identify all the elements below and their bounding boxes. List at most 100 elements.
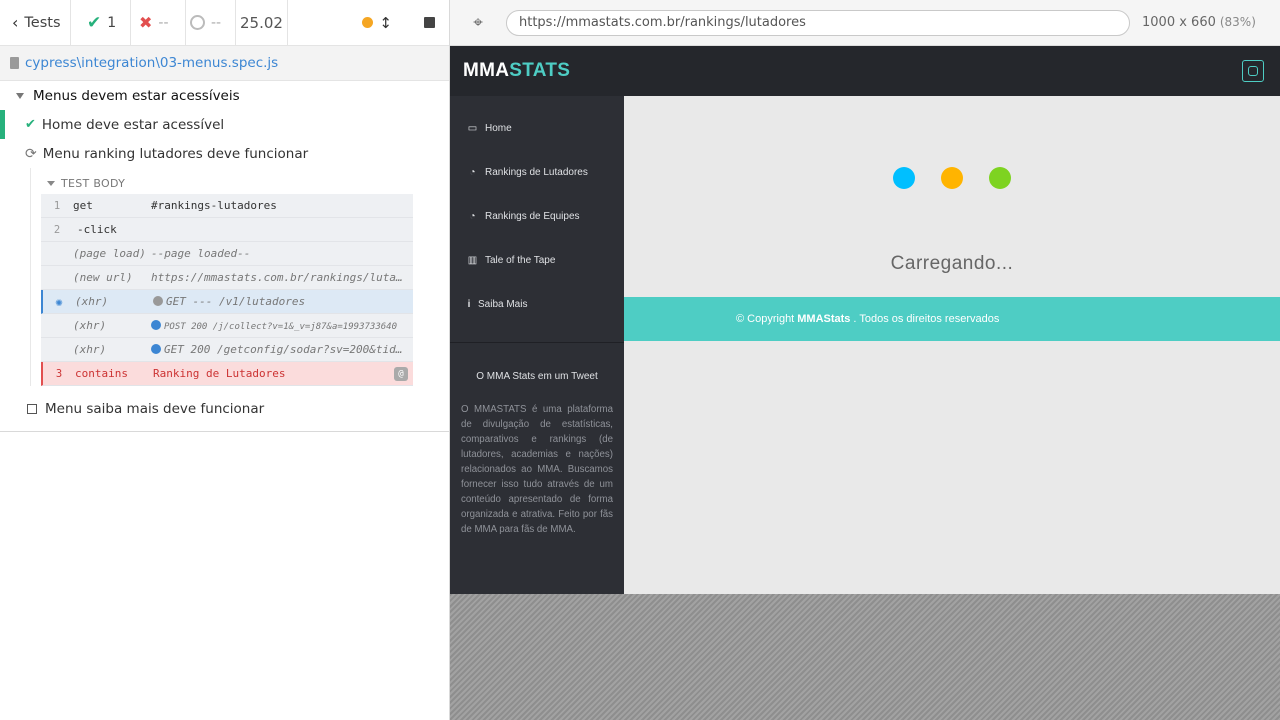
command-row[interactable]: 1 get #rankings-lutadores [41,194,413,218]
footer-brand: MMAStats [797,313,851,325]
test-body-label: TEST BODY [61,176,126,190]
command-number: 1 [53,199,61,212]
nav-item-rankings-equipes[interactable]: ◔ Rankings de Equipes [450,194,624,238]
logo-mma: MMA [463,60,510,81]
site-sidebar: ▭ Home ◔ Rankings de Lutadores ◔ Ranking… [450,96,624,594]
passed-count: 1 [107,14,117,31]
check-icon: ✔ [25,117,36,132]
command-row[interactable]: 2 -click [41,218,413,242]
stop-icon[interactable] [424,17,435,28]
command-name: -click [77,223,117,236]
nav-label: Saiba Mais [478,298,528,310]
test-body-header[interactable]: TEST BODY [41,172,413,194]
nav-label: Rankings de Equipes [485,210,580,222]
test-body: TEST BODY 1 get #rankings-lutadores 2 -c… [30,168,413,386]
suite-title-row[interactable]: Menus devem estar acessíveis [0,82,449,110]
site-frame: MMASTATS ▭ Home ◔ Rankings de Lutadores … [450,46,1280,594]
running-status-icon [362,17,374,28]
nav-label: Rankings de Lutadores [485,166,588,178]
viewport-size: 1000 x 660 [1142,15,1216,30]
back-to-tests-button[interactable]: ‹ Tests [0,0,71,45]
bar-chart-icon: ▥ [467,254,478,266]
test-row-pending[interactable]: Menu saiba mais deve funcionar [0,394,449,423]
footer-suffix: . Todos os direitos reservados [853,313,1000,325]
command-name: (new url) [73,271,133,284]
nav-item-saiba-mais[interactable]: i Saiba Mais [450,282,624,326]
reporter-panel: ‹ Tests ✔ 1 ✖ -- -- 25.02 ↕ cypress\inte… [0,0,450,720]
command-message-wrap: POST 200 /j/collect?v=1&_v=j87&a=1993733… [151,319,413,332]
command-row[interactable]: (xhr) GET 200 /getconfig/sodar?sv=200&ti… [41,338,413,362]
command-message-wrap: GET --- /v1/lutadores [153,295,413,308]
app-under-test-panel: ⌖ https://mmastats.com.br/rankings/lutad… [450,0,1280,720]
test-title: Menu ranking lutadores deve funcionar [42,145,309,162]
check-icon: ✔ [87,12,102,33]
test-row-passed[interactable]: ✔ Home deve estar acessível [0,110,449,139]
nav-label: Tale of the Tape [485,254,556,266]
command-message: GET 200 /getconfig/sodar?sv=200&tid=gda [164,343,413,356]
command-row[interactable]: (xhr) POST 200 /j/collect?v=1&_v=j87&a=1… [41,314,413,338]
test-row-running[interactable]: ⟳ Menu ranking lutadores deve funcionar [0,139,449,168]
command-name: (xhr) [75,295,109,308]
status-dot-icon [151,319,161,330]
command-row-pending[interactable]: ✺ (xhr) GET --- /v1/lutadores [41,290,413,314]
command-message: Ranking de Lutadores [153,367,286,380]
command-name: (page load) [73,247,146,260]
gauge-icon: ◔ [469,210,476,222]
suite: Menus devem estar acessíveis ✔ Home deve… [0,82,449,423]
collapse-triangle-icon [16,93,24,99]
nav-label: Home [485,122,512,134]
run-controls: ↕ [288,0,449,45]
instagram-icon[interactable] [1242,60,1264,82]
footer-prefix: © Copyright [736,313,795,325]
suite-title: Menus devem estar acessíveis [33,88,240,104]
spec-file-bar[interactable]: cypress\integration\03-menus.spec.js [0,46,449,81]
tweet-title: O MMA Stats em um Tweet [476,371,598,382]
divider [0,431,449,432]
reporter-header: ‹ Tests ✔ 1 ✖ -- -- 25.02 ↕ [0,0,449,46]
spec-path[interactable]: cypress\integration\03-menus.spec.js [25,55,278,71]
nav-item-tale-of-the-tape[interactable]: ▥ Tale of the Tape [450,238,624,282]
refresh-icon: ⟳ [25,145,37,162]
loading-dot [989,167,1011,189]
loading-text: Carregando... [890,253,1014,274]
sidebar-divider [450,342,624,343]
command-message: POST 200 /j/collect?v=1&_v=j87&a=1993733… [164,321,397,332]
tweet-text: O MMASTATS é uma plataforma de divulgaçã… [461,404,613,535]
url-bar: ⌖ https://mmastats.com.br/rankings/lutad… [450,0,1280,46]
command-name: contains [75,367,128,380]
cypress-runner: ‹ Tests ✔ 1 ✖ -- -- 25.02 ↕ cypress\inte… [0,0,1280,720]
command-row-failed[interactable]: 3 contains Ranking de Lutadores @ [41,362,413,386]
loading-dots [893,167,1011,189]
pending-circle-icon [190,15,205,30]
tests-label: Tests [24,14,61,31]
nav-item-home[interactable]: ▭ Home [450,106,624,150]
command-row[interactable]: (new url) https://mmastats.com.br/rankin… [41,266,413,290]
duration: 25.02 [236,0,288,45]
auto-scroll-icon[interactable]: ↕ [379,14,392,32]
x-icon: ✖ [139,13,153,32]
command-row[interactable]: (page load) --page loaded-- [41,242,413,266]
viewport-info[interactable]: 1000 x 660 (83%) [1142,15,1256,30]
file-icon [10,57,19,69]
test-title: Menu saiba mais deve funcionar [45,400,265,417]
chevron-left-icon: ‹ [12,13,19,32]
logo-stats: STATS [509,60,571,81]
status-dot-icon [151,344,161,354]
failed-count: -- [158,14,169,31]
command-message: GET --- /v1/lutadores [166,295,306,308]
nav-item-rankings-lutadores[interactable]: ◔ Rankings de Lutadores [450,150,624,194]
command-message-wrap: GET 200 /getconfig/sodar?sv=200&tid=gda [151,343,413,356]
loading-dot [893,167,915,189]
selector-playground-icon[interactable]: ⌖ [450,13,506,33]
alias-badge: @ [394,367,408,381]
test-title: Home deve estar acessível [41,116,225,133]
site-logo[interactable]: MMASTATS [463,60,570,82]
command-message: #rankings-lutadores [151,199,277,212]
failed-stat: ✖ -- [131,0,186,45]
site-nav: ▭ Home ◔ Rankings de Lutadores ◔ Ranking… [450,96,624,326]
url-field[interactable]: https://mmastats.com.br/rankings/lutador… [506,9,1130,36]
pending-count: -- [211,14,222,31]
command-message: https://mmastats.com.br/rankings/lutador… [151,271,413,284]
info-icon: i [467,298,471,310]
passed-stat: ✔ 1 [71,0,131,45]
